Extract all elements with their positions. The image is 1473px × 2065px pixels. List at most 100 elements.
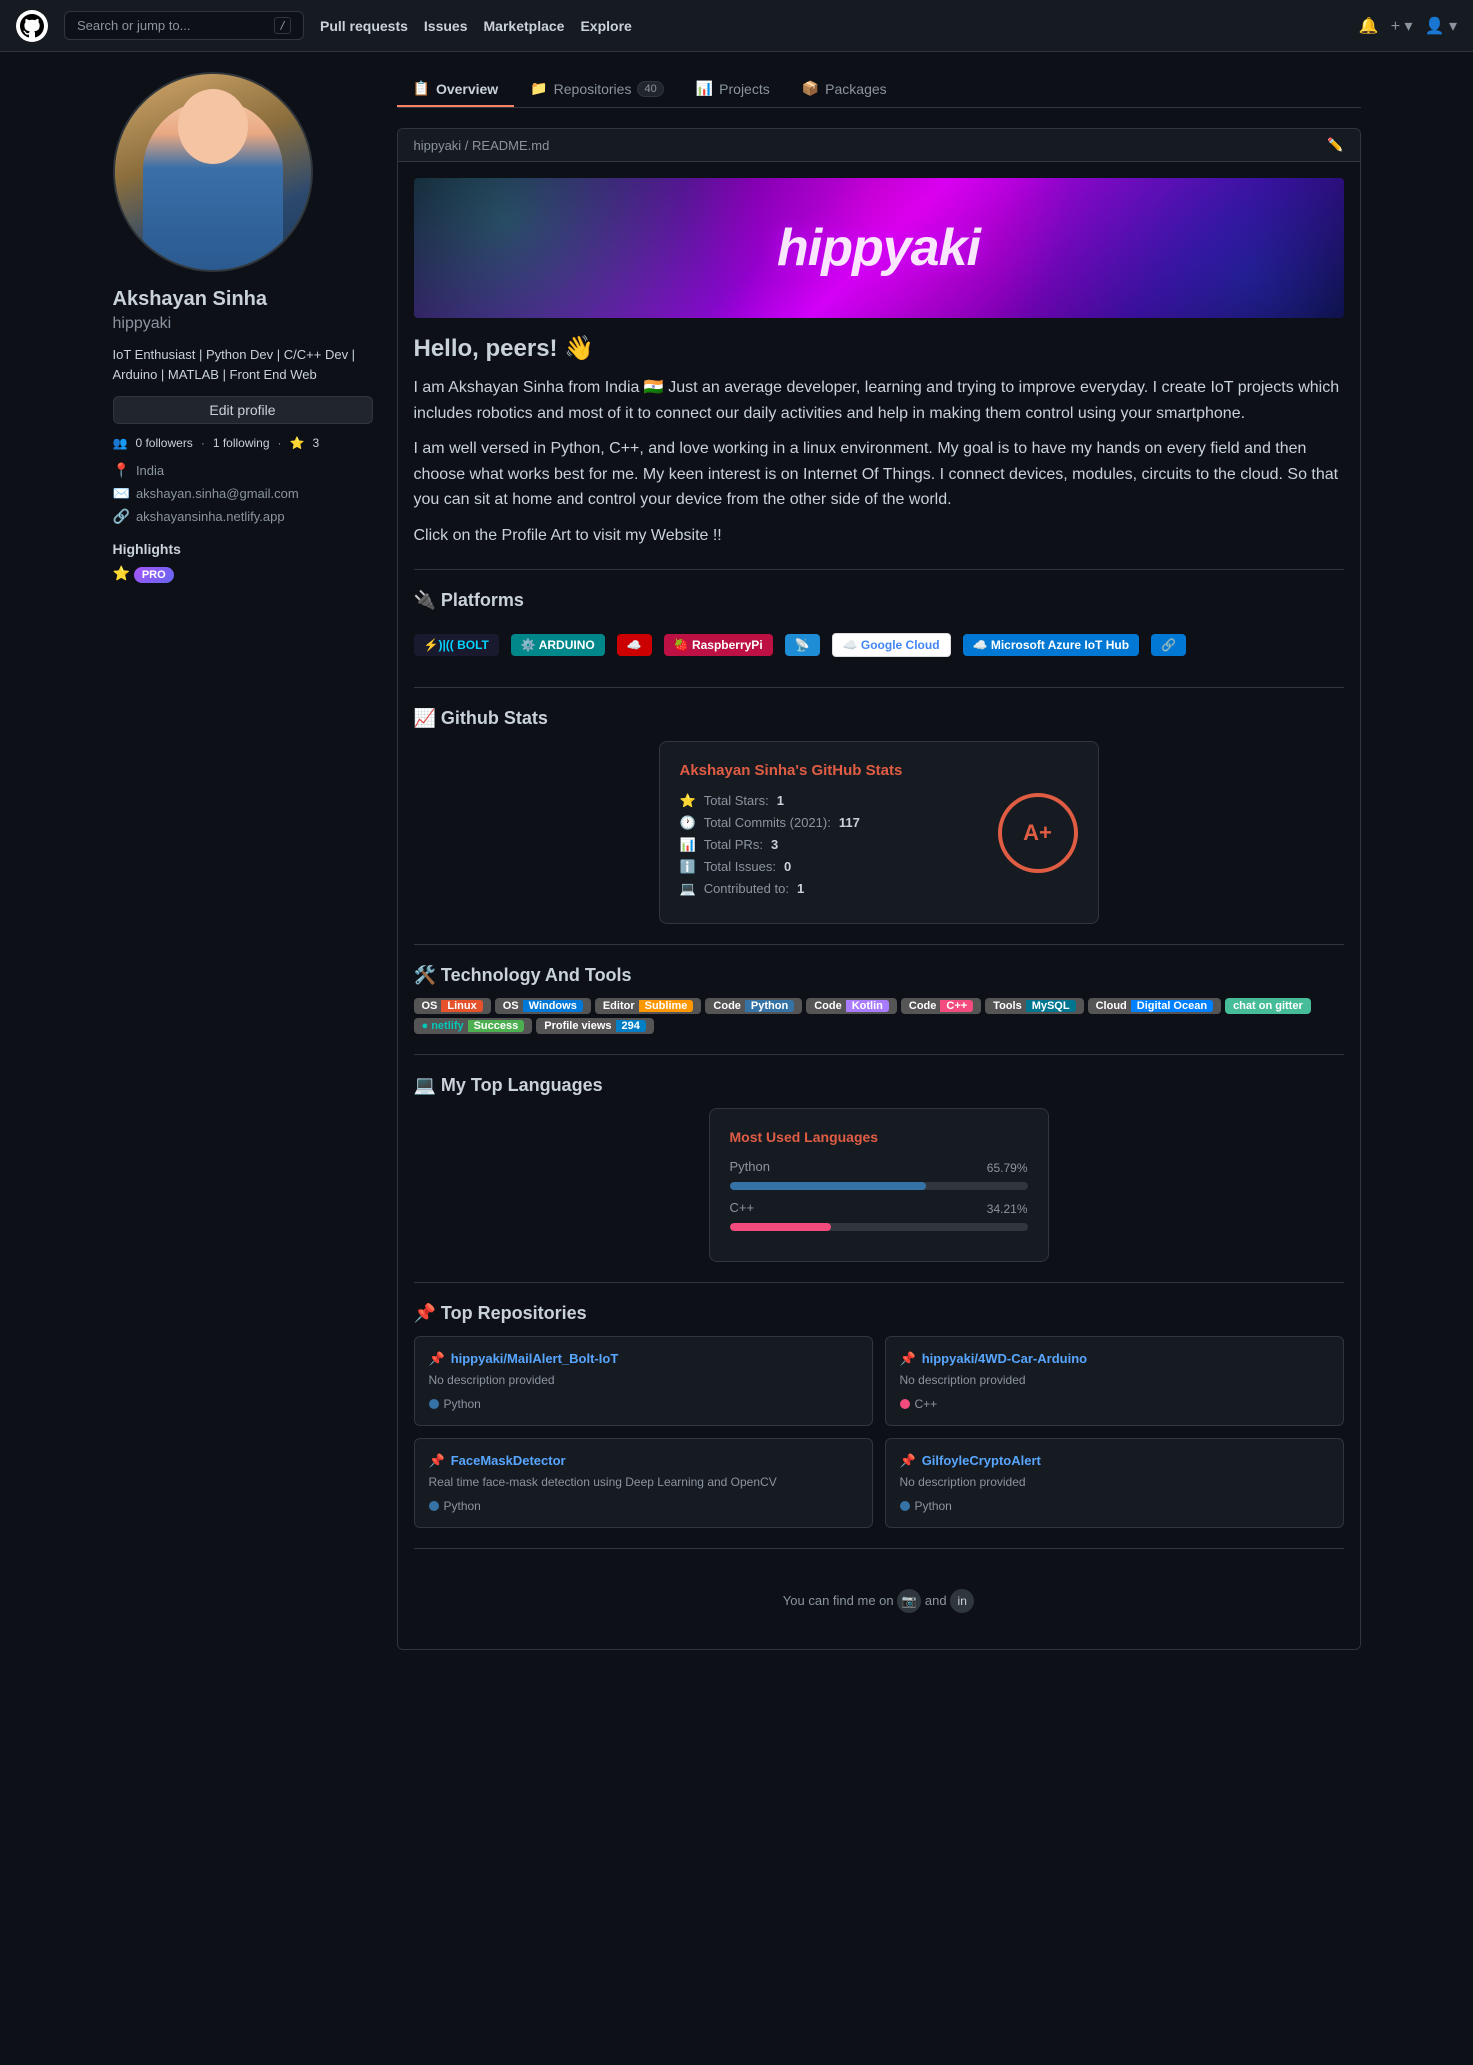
- divider-4: [414, 1054, 1344, 1055]
- website-item: 🔗 akshayansinha.netlify.app: [113, 508, 373, 525]
- pro-badge-wrap: ⭐ PRO: [113, 565, 373, 582]
- grade-value: A+: [1023, 820, 1052, 846]
- tab-overview[interactable]: 📋 Overview: [397, 72, 515, 107]
- repo-desc-1: No description provided: [429, 1373, 858, 1387]
- link-icon: 🔗: [113, 508, 130, 525]
- footer-and: and: [925, 1593, 947, 1608]
- pro-badge: PRO: [134, 567, 174, 583]
- prs-stat-icon: 📊: [680, 837, 696, 853]
- python-dot-4: [900, 1501, 910, 1511]
- stars-value: 1: [777, 793, 784, 808]
- contrib-label: Contributed to:: [704, 881, 789, 896]
- repo-lang-4: Python: [900, 1499, 1329, 1513]
- repo-card-3: 📌 FaceMaskDetector Real time face-mask d…: [414, 1438, 873, 1528]
- edit-profile-button[interactable]: Edit profile: [113, 396, 373, 424]
- nav-right: 🔔 + ▾ 👤 ▾: [1359, 16, 1457, 36]
- search-shortcut: /: [274, 17, 291, 34]
- nav-marketplace[interactable]: Marketplace: [484, 18, 565, 34]
- platform-arduino: ⚙️ ARDUINO: [511, 634, 605, 656]
- cpp-pct: 34.21%: [987, 1202, 1028, 1216]
- notifications-button[interactable]: 🔔: [1359, 16, 1379, 36]
- platform-thingspeak: 📡: [785, 634, 820, 656]
- banner-text: hippyaki: [777, 218, 980, 278]
- linkedin-icon[interactable]: in: [950, 1589, 974, 1613]
- divider-6: [414, 1548, 1344, 1549]
- repo-name-2: hippyaki/4WD-Car-Arduino: [922, 1351, 1087, 1366]
- repo-title-2[interactable]: 📌 hippyaki/4WD-Car-Arduino: [900, 1351, 1329, 1367]
- packages-icon: 📦: [802, 80, 819, 97]
- badge-os-windows: OSWindows: [495, 998, 591, 1014]
- search-bar[interactable]: Search or jump to... /: [64, 11, 304, 40]
- grade-circle: A+: [998, 793, 1078, 873]
- profile-name: Akshayan Sinha: [113, 288, 373, 311]
- email-icon: ✉️: [113, 485, 130, 502]
- github-stats-title: 📈 Github Stats: [414, 708, 1344, 729]
- platforms-grid: ⚡)|(( BOLT ⚙️ ARDUINO ☁️ 🍓 RaspberryPi 📡…: [414, 623, 1344, 667]
- repo-name-4: GilfoyleCryptoAlert: [922, 1453, 1041, 1468]
- platform-bolt: ⚡)|(( BOLT: [414, 634, 499, 656]
- repo-title-4[interactable]: 📌 GilfoyleCryptoAlert: [900, 1453, 1329, 1469]
- new-item-button[interactable]: + ▾: [1391, 16, 1413, 36]
- avatar: 🏆: [113, 72, 313, 272]
- bio-para1: I am Akshayan Sinha from India 🇮🇳 Just a…: [414, 375, 1344, 426]
- github-stats-section: 📈 Github Stats Akshayan Sinha's GitHub S…: [414, 708, 1344, 924]
- tab-projects[interactable]: 📊 Projects: [680, 72, 786, 107]
- nav-issues[interactable]: Issues: [424, 18, 468, 34]
- tech-tools-section: 🛠️ Technology And Tools OSLinux OSWindow…: [414, 965, 1344, 1034]
- cpp-bar: [730, 1223, 832, 1231]
- nav-explore[interactable]: Explore: [580, 18, 631, 34]
- star-icon: ⭐: [113, 565, 130, 581]
- repo-icon-3: 📌: [429, 1453, 445, 1469]
- python-lang-name: Python: [730, 1159, 770, 1174]
- lang-label-2: C++: [915, 1397, 938, 1411]
- languages-card: Most Used Languages Python 65.79%: [709, 1108, 1049, 1262]
- badge-profile-views: Profile views294: [536, 1018, 654, 1034]
- commits-label: Total Commits (2021):: [704, 815, 831, 830]
- contrib-value: 1: [797, 881, 804, 896]
- stat-row-issues: ℹ️ Total Issues: 0: [680, 859, 998, 875]
- avatar-image: [115, 74, 311, 270]
- prs-value: 3: [771, 837, 778, 852]
- commits-stat-icon: 🕐: [680, 815, 696, 831]
- hello-title: Hello, peers! 👋: [414, 334, 1344, 363]
- main-layout: 🏆 Akshayan Sinha hippyaki IoT Enthusiast…: [97, 52, 1377, 1670]
- stat-row-stars: ⭐ Total Stars: 1: [680, 793, 998, 809]
- badge-os-linux: OSLinux: [414, 998, 491, 1014]
- tab-repositories[interactable]: 📁 Repositories 40: [514, 72, 680, 107]
- prs-label: Total PRs:: [704, 837, 763, 852]
- contrib-stat-icon: 💻: [680, 881, 696, 897]
- user-avatar-button[interactable]: 👤 ▾: [1425, 16, 1457, 36]
- lang-label-3: Python: [444, 1499, 481, 1513]
- repositories-label: Repositories: [554, 81, 632, 97]
- profile-banner[interactable]: hippyaki: [414, 178, 1344, 318]
- email-item: ✉️ akshayan.sinha@gmail.com: [113, 485, 373, 502]
- footer-text: You can find me on: [783, 1593, 894, 1608]
- badge-netlify: ● netlifySuccess: [414, 1018, 533, 1034]
- highlights-title: Highlights: [113, 541, 373, 557]
- repo-title-1[interactable]: 📌 hippyaki/MailAlert_Bolt-IoT: [429, 1351, 858, 1367]
- edit-readme-icon[interactable]: ✏️: [1327, 137, 1343, 153]
- platform-azure2: 🔗: [1151, 634, 1186, 656]
- followers-count[interactable]: 0 followers: [135, 436, 192, 450]
- following-count[interactable]: 1 following: [213, 436, 270, 450]
- repo-desc-3: Real time face-mask detection using Deep…: [429, 1475, 858, 1489]
- stars-count[interactable]: 3: [312, 436, 319, 450]
- tech-badges: OSLinux OSWindows EditorSublime CodePyth…: [414, 998, 1344, 1034]
- location-item: 📍 India: [113, 462, 373, 479]
- python-bar-wrap: [730, 1182, 1028, 1190]
- repo-title-3[interactable]: 📌 FaceMaskDetector: [429, 1453, 858, 1469]
- nav-pull-requests[interactable]: Pull requests: [320, 18, 408, 34]
- cpp-bar-wrap: [730, 1223, 1028, 1231]
- platforms-section: 🔌 Platforms ⚡)|(( BOLT ⚙️ ARDUINO ☁️ 🍓 R…: [414, 590, 1344, 667]
- cpp-dot-2: [900, 1399, 910, 1409]
- bio-para2: I am well versed in Python, C++, and lov…: [414, 436, 1344, 513]
- python-bar: [730, 1182, 926, 1190]
- tab-packages[interactable]: 📦 Packages: [786, 72, 903, 107]
- github-logo[interactable]: [16, 10, 48, 42]
- stats-card: Akshayan Sinha's GitHub Stats ⭐ Total St…: [659, 741, 1099, 924]
- python-dot-1: [429, 1399, 439, 1409]
- repo-card-2: 📌 hippyaki/4WD-Car-Arduino No descriptio…: [885, 1336, 1344, 1426]
- sidebar: 🏆 Akshayan Sinha hippyaki IoT Enthusiast…: [113, 72, 373, 1650]
- instagram-icon[interactable]: 📷: [897, 1589, 921, 1613]
- followers-icon: 👥: [113, 436, 128, 450]
